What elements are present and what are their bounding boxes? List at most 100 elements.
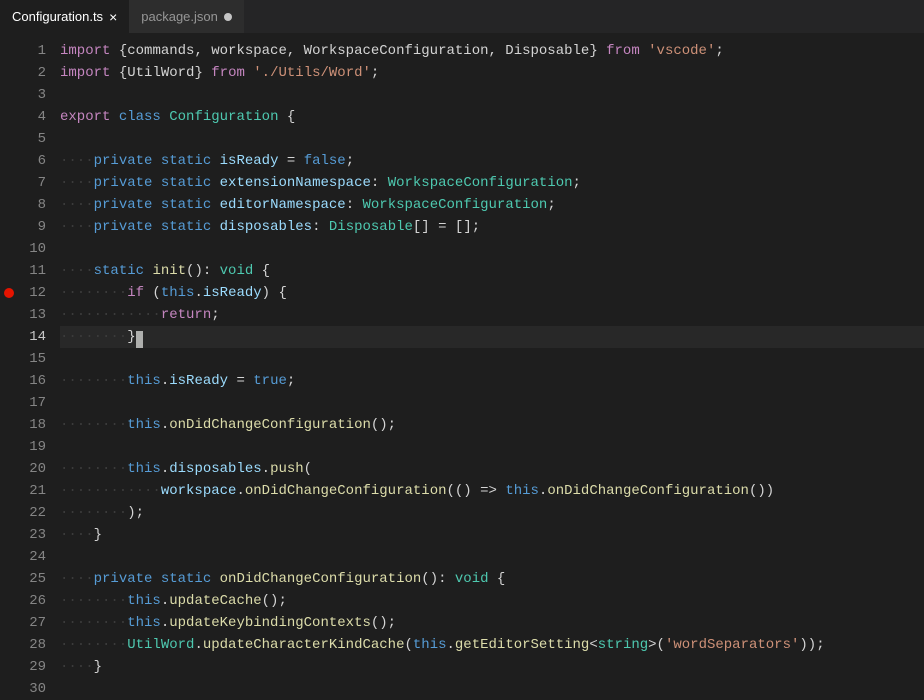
glyph-slot[interactable] (0, 524, 18, 546)
text-cursor (136, 331, 143, 348)
line-number: 5 (18, 128, 46, 150)
line-number: 12 (18, 282, 46, 304)
code-line: ············return; (60, 304, 924, 326)
code-line: ········this.disposables.push( (60, 458, 924, 480)
code-line (60, 348, 924, 370)
line-number: 28 (18, 634, 46, 656)
code-line: import {UtilWord} from './Utils/Word'; (60, 62, 924, 84)
glyph-slot[interactable] (0, 634, 18, 656)
glyph-slot[interactable] (0, 678, 18, 700)
code-line (60, 678, 924, 700)
tab-configuration-ts[interactable]: Configuration.ts × (0, 0, 129, 33)
code-line: ····} (60, 656, 924, 678)
glyph-slot[interactable] (0, 370, 18, 392)
code-line: ····private static isReady = false; (60, 150, 924, 172)
glyph-slot[interactable] (0, 458, 18, 480)
line-number: 27 (18, 612, 46, 634)
tab-bar: Configuration.ts × package.json (0, 0, 924, 34)
line-number: 4 (18, 106, 46, 128)
line-number: 7 (18, 172, 46, 194)
line-number: 1 (18, 40, 46, 62)
line-number: 19 (18, 436, 46, 458)
line-number: 22 (18, 502, 46, 524)
code-line: import {commands, workspace, WorkspaceCo… (60, 40, 924, 62)
line-number: 16 (18, 370, 46, 392)
line-number: 17 (18, 392, 46, 414)
glyph-slot[interactable] (0, 326, 18, 348)
code-line (60, 436, 924, 458)
code-line (60, 84, 924, 106)
glyph-slot[interactable] (0, 612, 18, 634)
line-number: 30 (18, 678, 46, 700)
glyph-slot[interactable] (0, 546, 18, 568)
line-number: 14 (18, 326, 46, 348)
glyph-slot[interactable] (0, 238, 18, 260)
code-line: ····private static extensionNamespace: W… (60, 172, 924, 194)
line-number: 21 (18, 480, 46, 502)
code-line: ········); (60, 502, 924, 524)
glyph-slot[interactable] (0, 106, 18, 128)
code-line: ········this.updateKeybindingContexts(); (60, 612, 924, 634)
glyph-slot[interactable] (0, 260, 18, 282)
code-line (60, 546, 924, 568)
glyph-slot[interactable] (0, 128, 18, 150)
glyph-slot[interactable] (0, 436, 18, 458)
code-line-current: ········} (60, 326, 924, 348)
line-number: 2 (18, 62, 46, 84)
line-number: 26 (18, 590, 46, 612)
tab-label: package.json (141, 9, 218, 24)
code-line: ········this.onDidChangeConfiguration(); (60, 414, 924, 436)
line-number-gutter[interactable]: 1234567891011121314151617181920212223242… (18, 34, 60, 690)
glyph-slot[interactable] (0, 282, 18, 304)
code-line: ············workspace.onDidChangeConfigu… (60, 480, 924, 502)
code-line: ········this.updateCache(); (60, 590, 924, 612)
glyph-slot[interactable] (0, 304, 18, 326)
glyph-slot[interactable] (0, 502, 18, 524)
code-editor[interactable]: 1234567891011121314151617181920212223242… (0, 34, 924, 690)
code-line: ········if (this.isReady) { (60, 282, 924, 304)
glyph-slot[interactable] (0, 656, 18, 678)
glyph-slot[interactable] (0, 40, 18, 62)
line-number: 15 (18, 348, 46, 370)
glyph-slot[interactable] (0, 590, 18, 612)
glyph-slot[interactable] (0, 84, 18, 106)
line-number: 6 (18, 150, 46, 172)
glyph-slot[interactable] (0, 62, 18, 84)
tab-package-json[interactable]: package.json (129, 0, 244, 33)
code-line (60, 128, 924, 150)
code-line: ····} (60, 524, 924, 546)
code-line: ····private static onDidChangeConfigurat… (60, 568, 924, 590)
line-number: 24 (18, 546, 46, 568)
glyph-slot[interactable] (0, 480, 18, 502)
code-area[interactable]: import {commands, workspace, WorkspaceCo… (60, 34, 924, 690)
glyph-slot[interactable] (0, 568, 18, 590)
code-line (60, 238, 924, 260)
glyph-slot[interactable] (0, 348, 18, 370)
line-number: 20 (18, 458, 46, 480)
tab-label: Configuration.ts (12, 9, 103, 24)
glyph-slot[interactable] (0, 216, 18, 238)
line-number: 11 (18, 260, 46, 282)
code-line: ········this.isReady = true; (60, 370, 924, 392)
dirty-indicator-icon (224, 13, 232, 21)
line-number: 9 (18, 216, 46, 238)
code-line: ····static init(): void { (60, 260, 924, 282)
line-number: 3 (18, 84, 46, 106)
code-line (60, 392, 924, 414)
glyph-slot[interactable] (0, 194, 18, 216)
glyph-slot[interactable] (0, 150, 18, 172)
close-icon[interactable]: × (109, 10, 117, 24)
code-line: ····private static disposables: Disposab… (60, 216, 924, 238)
glyph-slot[interactable] (0, 172, 18, 194)
code-line: ····private static editorNamespace: Work… (60, 194, 924, 216)
line-number: 29 (18, 656, 46, 678)
glyph-slot[interactable] (0, 414, 18, 436)
line-number: 23 (18, 524, 46, 546)
glyph-margin[interactable] (0, 34, 18, 690)
line-number: 25 (18, 568, 46, 590)
code-line: ········UtilWord.updateCharacterKindCach… (60, 634, 924, 656)
line-number: 8 (18, 194, 46, 216)
breakpoint-icon[interactable] (4, 288, 14, 298)
glyph-slot[interactable] (0, 392, 18, 414)
line-number: 10 (18, 238, 46, 260)
